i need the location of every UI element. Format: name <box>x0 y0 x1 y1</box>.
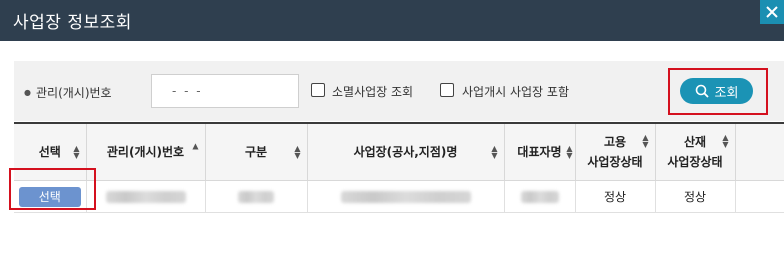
cell-workplace-name <box>307 180 505 213</box>
closed-workplace-label: 소멸사업장 조회 <box>332 85 414 99</box>
header-employment-status[interactable]: 고용 사업장상태 ▲ ▼ <box>575 122 656 181</box>
sort-icon[interactable]: ▲ ▼ <box>294 145 300 160</box>
sort-icon[interactable]: ▲ ▼ <box>566 145 572 160</box>
header-empty <box>735 122 784 181</box>
close-button[interactable] <box>760 0 784 24</box>
redacted-text <box>238 191 274 203</box>
header-mgmt-number[interactable]: 관리(개시)번호 ▲ <box>86 122 206 181</box>
sort-icon[interactable]: ▲ ▼ <box>722 133 728 148</box>
mgmt-number-input[interactable]: - - - <box>151 74 299 108</box>
window-titlebar: 사업장 정보조회 <box>0 0 784 41</box>
include-started-checkbox[interactable] <box>440 83 454 97</box>
table-row[interactable]: 선택 정상 정상 <box>14 180 784 213</box>
cell-employment-status: 정상 <box>575 180 656 213</box>
select-highlight-box <box>9 168 96 210</box>
cell-mgmt-number <box>86 180 206 213</box>
cell-empty <box>735 180 784 213</box>
include-started-label: 사업개시 사업장 포함 <box>462 85 569 99</box>
redacted-text <box>105 191 186 203</box>
mgmt-number-label: ● 관리(개시)번호 <box>24 86 112 100</box>
cell-representative <box>504 180 576 213</box>
header-representative[interactable]: 대표자명 ▲ ▼ <box>504 122 576 181</box>
header-workplace-name[interactable]: 사업장(공사,지점)명 ▲ ▼ <box>307 122 505 181</box>
window-title: 사업장 정보조회 <box>13 13 132 33</box>
close-icon <box>766 6 778 18</box>
sort-icon[interactable]: ▲ ▼ <box>491 145 497 160</box>
sort-icon[interactable]: ▲ ▼ <box>73 145 79 160</box>
sort-icon[interactable]: ▲ ▼ <box>642 133 648 148</box>
cell-type <box>205 180 308 213</box>
sort-asc-icon[interactable]: ▲ <box>192 142 198 150</box>
redacted-text <box>520 191 559 203</box>
search-highlight-box <box>668 68 768 115</box>
workplace-table: 선택 ▲ ▼ 관리(개시)번호 ▲ 구분 ▲ ▼ 사업장(공사,지점)명 ▲ ▼ 대표… <box>14 122 784 213</box>
cell-industrial-status: 정상 <box>655 180 736 213</box>
header-type[interactable]: 구분 ▲ ▼ <box>205 122 308 181</box>
bullet-icon: ● <box>24 88 31 97</box>
closed-workplace-checkbox[interactable] <box>311 83 325 97</box>
redacted-text <box>340 191 471 203</box>
header-industrial-status[interactable]: 산재 사업장상태 ▲ ▼ <box>655 122 736 181</box>
